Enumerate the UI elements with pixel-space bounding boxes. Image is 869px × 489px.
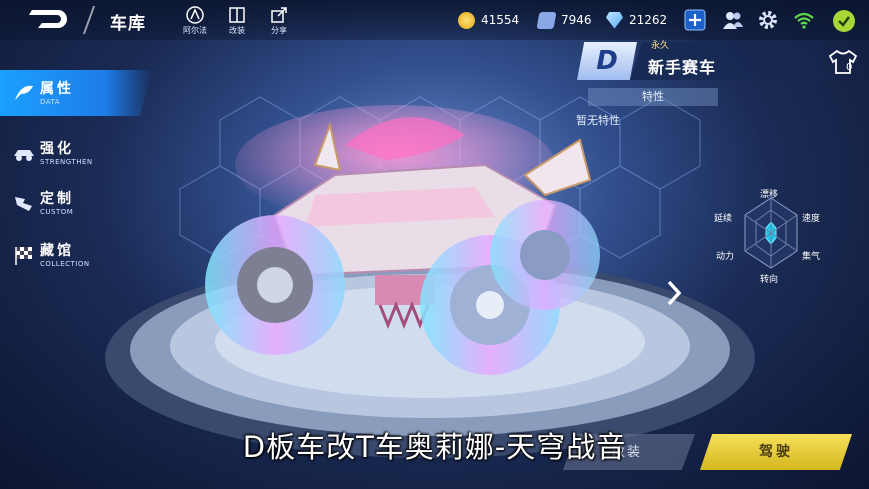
diamond-balance: 21262 [606,11,667,29]
coin-balance: 41554 [458,11,519,29]
trait-header: 特性 [588,88,718,106]
radar-label-speed: 速度 [802,214,821,224]
sidebar-item-label: 强化 [40,141,74,157]
coin-icon [458,11,475,29]
settings-gear-icon[interactable] [757,9,779,31]
book-label: 改装 [229,26,245,35]
sidebar-item-sublabel: DATA [40,98,61,106]
voucher-balance: 7946 [536,11,592,29]
network-status-icon [833,10,855,32]
alpha-icon [186,6,204,24]
video-caption: D板车改T车奥莉娜-天穹战音 [242,430,627,464]
radar-chart [744,197,798,269]
radar-label-nitro: 集气 [802,252,821,262]
radar-label-power: 动力 [716,252,735,262]
alpha-button[interactable]: 阿尔法 [178,6,212,36]
modify-book-button[interactable]: 改装 [220,6,254,36]
share-label: 分享 [271,26,287,35]
diamond-icon [606,11,623,29]
attribute-radar: 漂移 速度 集气 转向 动力 延续 [706,183,836,285]
trait-value: 暂无特性 [576,114,620,127]
outfit-shirt-icon[interactable] [828,48,858,76]
sidebar-item-strengthen[interactable]: 强化 STRENGTHEN [0,130,152,176]
ownership-duration: 永久 [651,41,670,51]
voucher-value: 7946 [561,13,592,27]
share-icon [271,7,287,23]
car-model [205,105,600,375]
sidebar-item-data[interactable]: 属性 DATA [0,70,152,116]
sidebar-item-label: 定制 [40,191,74,207]
book-icon [229,7,245,23]
car-icon [14,150,34,161]
coin-value: 41554 [481,13,520,27]
sidebar-item-sublabel: STRENGTHEN [40,158,93,166]
share-button[interactable]: 分享 [262,6,296,36]
sidebar-item-sublabel: COLLECTION [40,260,90,268]
car-name: 新手赛车 [648,58,717,77]
radar-label-endurance: 延续 [714,214,733,224]
customize-icon [15,197,32,211]
friends-icon[interactable] [722,9,744,31]
alpha-label: 阿尔法 [183,26,207,35]
stats-icon [15,85,33,100]
radar-label-steering: 转向 [760,275,779,285]
sidebar-item-label: 属性 [40,81,74,97]
voucher-icon [536,11,557,29]
rank-badge: D [577,42,637,80]
sidebar-item-label: 藏馆 [40,243,74,259]
wifi-icon [794,12,814,29]
outfit-count: 0 [846,62,853,73]
radar-label-drift: 漂移 [760,190,779,200]
checkered-flag-icon [15,247,32,265]
sidebar-item-sublabel: CUSTOM [40,208,74,216]
next-car-arrow-icon[interactable] [664,278,684,308]
add-currency-button[interactable] [684,9,706,31]
page-title: 车库 [110,14,146,34]
sidebar-item-collection[interactable]: 藏馆 COLLECTION [0,232,152,278]
back-logo-icon[interactable] [28,6,74,32]
sidebar-item-custom[interactable]: 定制 CUSTOM [0,180,152,226]
diamond-value: 21262 [629,13,668,27]
